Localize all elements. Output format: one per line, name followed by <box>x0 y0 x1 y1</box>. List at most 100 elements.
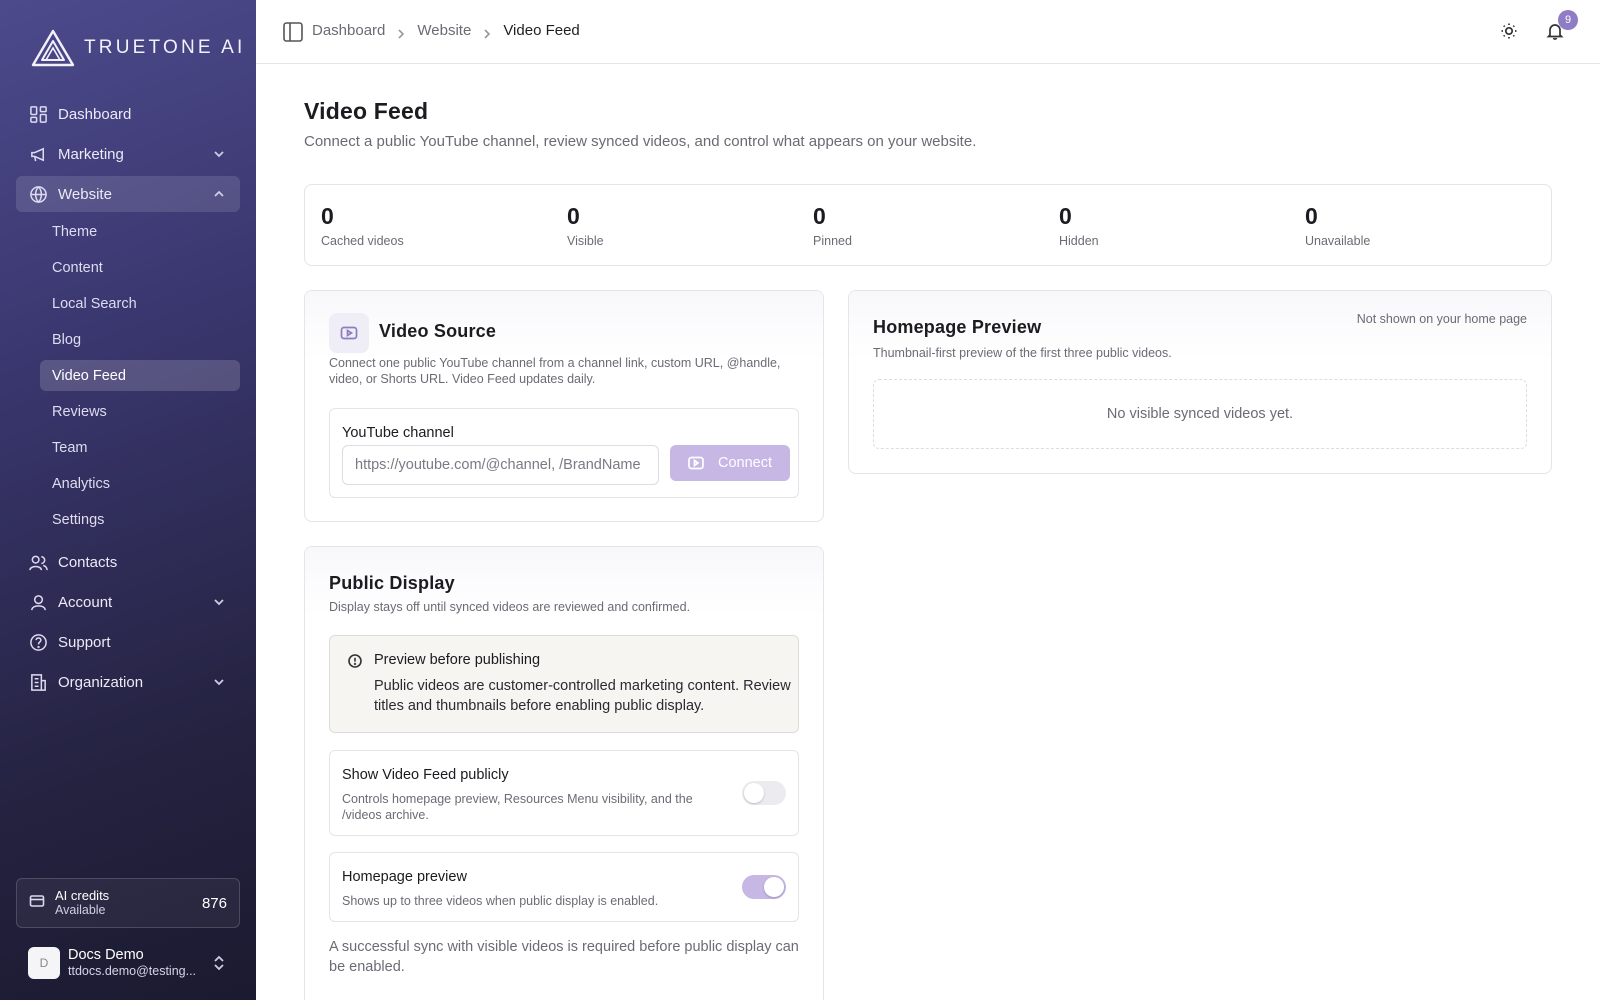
sidebar-subitem-local-search[interactable]: Local Search <box>40 288 240 319</box>
sidebar-item-contacts[interactable]: Contacts <box>16 544 240 580</box>
topbar: Dashboard Website Video Feed 9 <box>256 0 1600 64</box>
homepage-preview-row: Homepage preview Shows up to three video… <box>329 852 799 922</box>
sidebar-item-dashboard[interactable]: Dashboard <box>16 96 240 132</box>
preview-alert: Preview before publishing Public videos … <box>329 635 799 733</box>
youtube-channel-form: YouTube channel Connect <box>329 408 799 498</box>
notification-count-badge: 9 <box>1558 10 1578 30</box>
chevron-down-icon <box>212 147 226 161</box>
building-icon <box>28 672 48 692</box>
stat-value: 0 <box>813 203 826 229</box>
video-source-description: Connect one public YouTube channel from … <box>329 356 781 386</box>
megaphone-icon <box>28 144 48 164</box>
stat-pinned: 0 Pinned <box>813 203 852 248</box>
stat-hidden: 0 Hidden <box>1059 203 1099 248</box>
avatar: D <box>28 947 60 979</box>
dashboard-icon <box>28 104 48 124</box>
user-menu[interactable]: D Docs Demo ttdocs.demo@testing... <box>16 940 240 986</box>
sidebar-item-label: Website <box>58 185 112 203</box>
sidebar-item-label: Account <box>58 593 113 611</box>
sidebar-subitem-settings[interactable]: Settings <box>40 504 240 535</box>
homepage-preview-card: Homepage Preview Not shown on your home … <box>848 290 1552 474</box>
sidebar-subitem-theme[interactable]: Theme <box>40 216 240 247</box>
sidebar-item-label: Support <box>58 633 111 651</box>
youtube-channel-input[interactable] <box>342 445 659 485</box>
connect-button[interactable]: Connect <box>670 445 790 481</box>
sidebar-item-label: Dashboard <box>58 105 132 123</box>
brand-logo[interactable]: TRUETONE AI <box>30 28 246 68</box>
sidebar-subitem-video-feed[interactable]: Video Feed <box>40 360 240 391</box>
homepage-preview-title: Homepage Preview <box>873 317 1042 337</box>
stat-cached-videos: 0 Cached videos <box>321 203 404 248</box>
page-title: Video Feed <box>304 98 429 124</box>
stat-visible: 0 Visible <box>567 203 604 248</box>
sidebar-item-support[interactable]: Support <box>16 624 240 660</box>
breadcrumb-website[interactable]: Website <box>417 22 471 39</box>
stat-value: 0 <box>321 203 334 229</box>
credits-subtitle: Available <box>55 903 106 917</box>
chevron-down-icon <box>212 675 226 689</box>
sidebar-item-label: Organization <box>58 673 144 691</box>
help-circle-icon <box>28 632 48 652</box>
credits-value: 876 <box>201 895 227 912</box>
public-display-title: Public Display <box>329 573 455 593</box>
stat-label: Hidden <box>1059 234 1099 248</box>
sidebar-subitem-team[interactable]: Team <box>40 432 240 463</box>
theme-toggle-sun-icon[interactable] <box>1500 22 1520 42</box>
toggle-description: Shows up to three videos when public dis… <box>342 894 659 908</box>
sidebar-item-organization[interactable]: Organization <box>16 664 240 700</box>
breadcrumb-dashboard[interactable]: Dashboard <box>312 22 385 39</box>
youtube-channel-label: YouTube channel <box>342 425 454 441</box>
user-email: ttdocs.demo@testing... <box>68 964 197 978</box>
stat-value: 0 <box>1059 203 1072 229</box>
sync-requirement-note: A successful sync with visible videos is… <box>329 939 799 975</box>
brand-name: TRUETONE AI <box>84 37 246 58</box>
truetone-logo-icon <box>31 29 75 67</box>
alert-title: Preview before publishing <box>374 652 541 668</box>
sidebar-toggle-icon[interactable] <box>282 21 304 43</box>
sidebar-subitem-content[interactable]: Content <box>40 252 240 283</box>
sidebar-item-website[interactable]: Website <box>16 176 240 212</box>
public-display-card: Public Display Display stays off until s… <box>304 546 824 1000</box>
chevron-right-icon <box>482 26 492 39</box>
stat-label: Pinned <box>813 234 852 248</box>
alert-body: Public videos are customer-controlled ma… <box>374 678 791 714</box>
credit-card-icon <box>29 893 45 914</box>
globe-icon <box>28 184 48 204</box>
stat-unavailable: 0 Unavailable <box>1305 203 1370 248</box>
page-subtitle: Connect a public YouTube channel, review… <box>304 133 977 150</box>
user-name: Docs Demo <box>68 947 144 963</box>
stat-value: 0 <box>567 203 580 229</box>
chevron-right-icon <box>396 26 406 39</box>
homepage-preview-toggle[interactable] <box>742 875 786 899</box>
show-publicly-toggle[interactable] <box>742 781 786 805</box>
connect-label: Connect <box>717 455 772 471</box>
show-publicly-row: Show Video Feed publicly Controls homepa… <box>329 750 799 836</box>
breadcrumb: Dashboard Website Video Feed <box>312 22 580 39</box>
sidebar-subitem-analytics[interactable]: Analytics <box>40 468 240 499</box>
toggle-title: Homepage preview <box>342 869 467 885</box>
empty-state: No visible synced videos yet. <box>873 379 1527 449</box>
sidebar-subitem-reviews[interactable]: Reviews <box>40 396 240 427</box>
sidebar: TRUETONE AI Dashboard Marketing Website … <box>0 0 256 1000</box>
stat-label: Unavailable <box>1305 234 1371 248</box>
youtube-icon <box>329 313 369 353</box>
sidebar-subitem-blog[interactable]: Blog <box>40 324 240 355</box>
stat-value: 0 <box>1305 203 1318 229</box>
video-source-title: Video Source <box>379 321 497 341</box>
youtube-icon <box>688 456 704 470</box>
users-icon <box>28 552 48 572</box>
sidebar-item-label: Contacts <box>58 553 118 571</box>
stat-label: Visible <box>567 234 604 248</box>
sidebar-item-label: Marketing <box>58 145 124 163</box>
homepage-status: Not shown on your home page <box>1356 312 1527 326</box>
sidebar-item-account[interactable]: Account <box>16 584 240 620</box>
chevrons-up-down-icon <box>212 955 226 976</box>
sidebar-item-marketing[interactable]: Marketing <box>16 136 240 172</box>
credits-title: AI credits <box>55 888 110 903</box>
toggle-description: Controls homepage preview, Resources Men… <box>342 792 693 822</box>
stats-bar: 0 Cached videos 0 Visible 0 Pinned 0 Hid… <box>304 184 1552 266</box>
ai-credits-card[interactable]: AI credits Available 876 <box>16 878 240 928</box>
user-icon <box>28 592 48 612</box>
breadcrumb-current: Video Feed <box>503 22 580 39</box>
chevron-down-icon <box>212 595 226 609</box>
